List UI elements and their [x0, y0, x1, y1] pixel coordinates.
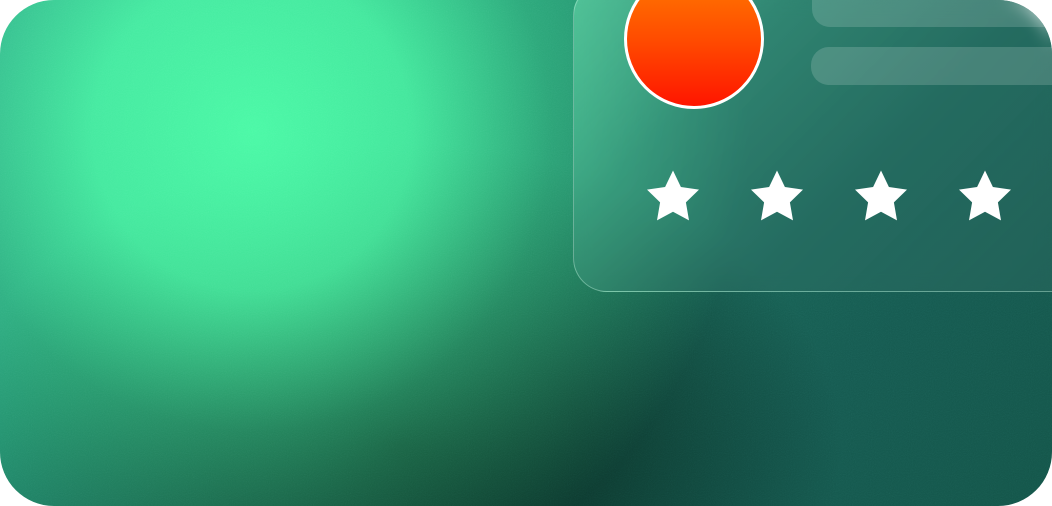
placeholder-line-bottom	[811, 47, 1052, 85]
rating-stars	[642, 167, 1022, 229]
avatar	[624, 0, 764, 109]
star-icon	[954, 167, 1016, 229]
star-icon	[850, 167, 912, 229]
review-panel	[573, 0, 1052, 292]
hero-card	[0, 0, 1052, 506]
star-icon	[746, 167, 808, 229]
star-icon	[642, 167, 704, 229]
placeholder-line-top	[812, 0, 1052, 27]
